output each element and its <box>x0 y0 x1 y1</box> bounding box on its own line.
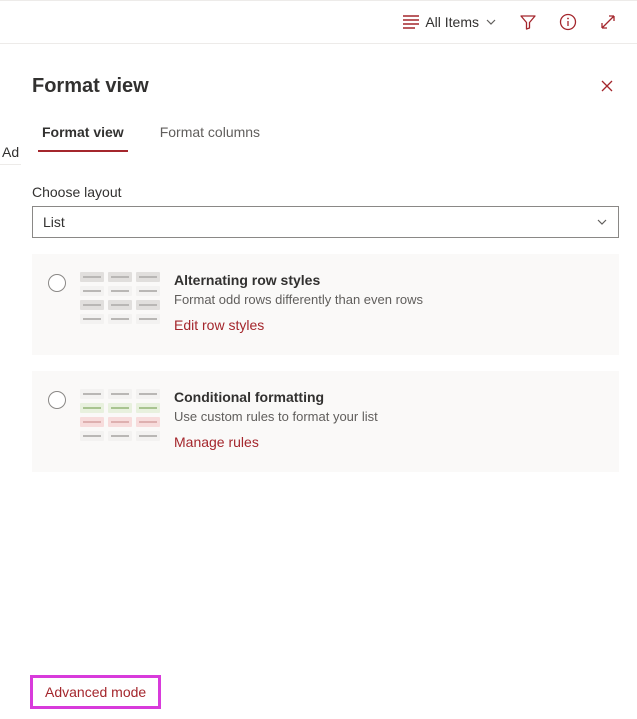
advanced-mode-link[interactable]: Advanced mode <box>30 675 161 709</box>
filter-button[interactable] <box>519 13 537 31</box>
thumb-alternating <box>80 272 160 333</box>
option-body: Conditional formatting Use custom rules … <box>174 389 603 450</box>
option-conditional-formatting[interactable]: Conditional formatting Use custom rules … <box>32 371 619 472</box>
manage-rules-link[interactable]: Manage rules <box>174 434 603 450</box>
close-icon <box>599 78 615 94</box>
view-selector-label: All Items <box>425 14 479 30</box>
option-desc: Use custom rules to format your list <box>174 409 603 424</box>
tab-label: Format columns <box>160 124 260 140</box>
option-desc: Format odd rows differently than even ro… <box>174 292 603 307</box>
background-text-fragment: Ad <box>0 140 21 165</box>
option-title: Conditional formatting <box>174 389 603 405</box>
edit-row-styles-link[interactable]: Edit row styles <box>174 317 603 333</box>
panel-tabs: Format view Format columns <box>24 106 627 152</box>
option-alternating-rows[interactable]: Alternating row styles Format odd rows d… <box>32 254 619 355</box>
thumb-conditional <box>80 389 160 450</box>
info-button[interactable] <box>559 13 577 31</box>
panel-header: Format view <box>24 56 627 106</box>
radio-alternating-rows[interactable] <box>48 274 66 292</box>
format-view-panel: Format view Format view Format columns C… <box>24 56 627 719</box>
layout-dropdown[interactable]: List <box>32 206 619 238</box>
expand-icon <box>599 13 617 31</box>
layout-dropdown-value: List <box>43 214 65 230</box>
expand-button[interactable] <box>599 13 617 31</box>
info-icon <box>559 13 577 31</box>
option-title: Alternating row styles <box>174 272 603 288</box>
funnel-icon <box>519 13 537 31</box>
tab-format-view[interactable]: Format view <box>38 118 128 152</box>
choose-layout-label: Choose layout <box>24 152 627 206</box>
tab-format-columns[interactable]: Format columns <box>156 118 264 152</box>
option-body: Alternating row styles Format odd rows d… <box>174 272 603 333</box>
radio-conditional-formatting[interactable] <box>48 391 66 409</box>
tab-label: Format view <box>42 124 124 140</box>
view-selector[interactable]: All Items <box>403 14 497 30</box>
chevron-down-icon <box>596 216 608 228</box>
panel-title: Format view <box>32 75 149 98</box>
close-button[interactable] <box>595 74 619 98</box>
chevron-down-icon <box>485 16 497 28</box>
command-bar: All Items <box>0 0 637 44</box>
list-lines-icon <box>403 15 419 29</box>
